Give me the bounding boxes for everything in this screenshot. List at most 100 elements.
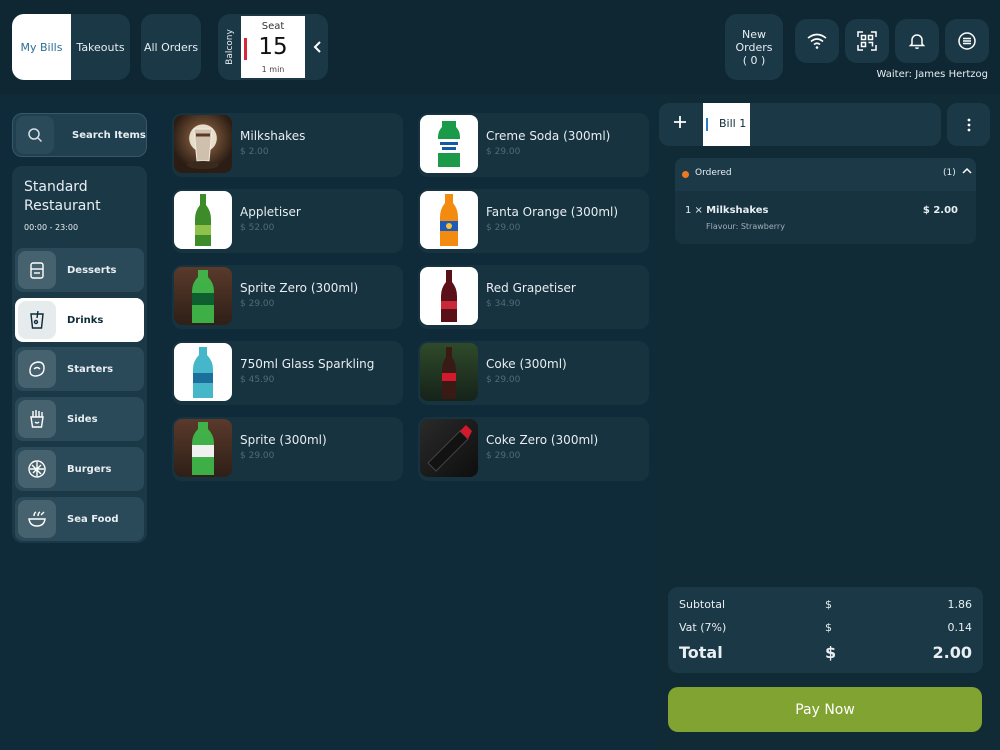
bill-type-toggle: My Bills Takeouts bbox=[12, 14, 130, 80]
more-vertical-icon bbox=[967, 118, 970, 131]
item-price: $ 34.90 bbox=[486, 299, 521, 309]
wifi-icon bbox=[807, 33, 827, 49]
vat-label: Vat (7%) bbox=[679, 621, 727, 634]
menu-item-milkshakes[interactable]: Milkshakes $ 2.00 bbox=[172, 113, 403, 177]
notifications-button[interactable] bbox=[895, 19, 939, 63]
item-name: Red Grapetiser bbox=[486, 281, 576, 295]
menu-item-appletiser[interactable]: Appletiser $ 52.00 bbox=[172, 189, 403, 253]
burger-icon bbox=[18, 450, 56, 488]
item-name: Sprite (300ml) bbox=[240, 433, 327, 447]
seat-selector[interactable]: Balcony Seat 15 1 min bbox=[218, 14, 328, 80]
category-label: Desserts bbox=[67, 264, 117, 276]
item-name: Milkshakes bbox=[240, 129, 306, 143]
menu-item-coke-zero[interactable]: Coke Zero (300ml) $ 29.00 bbox=[418, 417, 649, 481]
item-price: $ 29.00 bbox=[486, 223, 521, 233]
plus-icon bbox=[674, 116, 686, 128]
totals-box: Subtotal $ 1.86 Vat (7%) $ 0.14 Total $ … bbox=[668, 587, 983, 673]
menu-item-red-grapetiser[interactable]: Red Grapetiser $ 34.90 bbox=[418, 265, 649, 329]
category-panel: Standard Restaurant 00:00 - 23:00 Desser… bbox=[12, 166, 147, 543]
vat-row: Vat (7%) $ 0.14 bbox=[679, 621, 972, 634]
item-name: Creme Soda (300ml) bbox=[486, 129, 611, 143]
order-line[interactable]: 1 × Milkshakes bbox=[685, 205, 769, 216]
starter-icon bbox=[18, 350, 56, 388]
order-line-name: Milkshakes bbox=[706, 205, 769, 216]
pay-now-button[interactable]: Pay Now bbox=[668, 687, 982, 732]
total-label: Total bbox=[679, 643, 723, 662]
tab-my-bills[interactable]: My Bills bbox=[12, 14, 71, 80]
new-orders-line1: New bbox=[742, 27, 766, 41]
item-name: 750ml Glass Sparkling bbox=[240, 357, 375, 371]
menu-item-coke[interactable]: Coke (300ml) $ 29.00 bbox=[418, 341, 649, 405]
seat-card[interactable]: Seat 15 1 min bbox=[241, 16, 305, 78]
bell-icon bbox=[908, 34, 926, 50]
chevron-up-icon[interactable] bbox=[962, 167, 972, 178]
menu-item-sprite[interactable]: Sprite (300ml) $ 29.00 bbox=[172, 417, 403, 481]
bill-tab-label: Bill 1 bbox=[719, 117, 747, 130]
tab-bill-1[interactable]: Bill 1 bbox=[703, 103, 750, 146]
menu-item-sprite-zero[interactable]: Sprite Zero (300ml) $ 29.00 bbox=[172, 265, 403, 329]
subtotal-row: Subtotal $ 1.86 bbox=[679, 598, 972, 611]
order-line-option: Flavour: Strawberry bbox=[706, 222, 785, 231]
category-label: Starters bbox=[67, 363, 114, 375]
category-drinks[interactable]: Drinks bbox=[15, 298, 144, 342]
new-orders-button[interactable]: New Orders ( 0 ) bbox=[725, 14, 783, 80]
category-label: Drinks bbox=[67, 314, 104, 326]
total-row: Total $ 2.00 bbox=[679, 643, 972, 662]
fries-icon bbox=[18, 400, 56, 438]
item-image bbox=[420, 343, 478, 401]
ordered-header[interactable]: Ordered (1) bbox=[675, 158, 976, 191]
wifi-button[interactable] bbox=[795, 19, 839, 63]
item-image bbox=[174, 419, 232, 477]
item-price: $ 29.00 bbox=[240, 451, 275, 461]
seat-label: Seat bbox=[261, 21, 285, 32]
category-label: Sea Food bbox=[67, 513, 119, 525]
add-bill-button[interactable] bbox=[669, 113, 691, 135]
category-sea-food[interactable]: Sea Food bbox=[15, 497, 144, 541]
menu-item-glass-sparkling[interactable]: 750ml Glass Sparkling $ 45.90 bbox=[172, 341, 403, 405]
top-bar: My Bills Takeouts All Orders Balcony Sea… bbox=[0, 0, 1000, 94]
new-orders-count: ( 0 ) bbox=[742, 53, 766, 67]
item-image bbox=[174, 343, 232, 401]
bill-tab-indicator bbox=[706, 118, 708, 131]
ordered-label: Ordered bbox=[695, 168, 732, 178]
search-items-label: Search Items bbox=[72, 129, 146, 141]
vat-value: 0.14 bbox=[947, 621, 973, 634]
category-label: Sides bbox=[67, 413, 98, 425]
total-value: 2.00 bbox=[932, 643, 972, 662]
restaurant-name: Standard Restaurant bbox=[24, 179, 101, 214]
all-orders-button[interactable]: All Orders bbox=[141, 14, 201, 80]
item-price: $ 29.00 bbox=[486, 375, 521, 385]
order-line-qty: 1 × bbox=[685, 205, 703, 216]
item-image bbox=[420, 419, 478, 477]
item-image bbox=[174, 191, 232, 249]
category-desserts[interactable]: Desserts bbox=[15, 248, 144, 292]
chevron-left-icon[interactable] bbox=[307, 14, 328, 80]
menu-item-fanta-orange[interactable]: Fanta Orange (300ml) $ 29.00 bbox=[418, 189, 649, 253]
bill-tabs: Bill 1 bbox=[659, 103, 941, 146]
subtotal-currency: $ bbox=[825, 598, 832, 611]
tab-takeouts[interactable]: Takeouts bbox=[71, 14, 130, 80]
bill-options-button[interactable] bbox=[947, 103, 990, 146]
ordered-section: Ordered (1) 1 × Milkshakes $ 2.00 Flavou… bbox=[675, 158, 976, 244]
item-price: $ 29.00 bbox=[486, 147, 521, 157]
menu-button[interactable] bbox=[945, 19, 989, 63]
category-sides[interactable]: Sides bbox=[15, 397, 144, 441]
category-burgers[interactable]: Burgers bbox=[15, 447, 144, 491]
qr-scan-button[interactable] bbox=[845, 19, 889, 63]
seat-area-label: Balcony bbox=[224, 29, 235, 65]
seafood-icon bbox=[18, 500, 56, 538]
item-name: Coke (300ml) bbox=[486, 357, 567, 371]
dessert-icon bbox=[18, 251, 56, 289]
seat-number: 15 bbox=[258, 34, 288, 60]
category-starters[interactable]: Starters bbox=[15, 347, 144, 391]
order-line-price: $ 2.00 bbox=[922, 205, 958, 216]
search-items-button[interactable]: Search Items bbox=[12, 113, 147, 157]
waiter-name: Waiter: James Hertzog bbox=[876, 69, 989, 80]
item-name: Fanta Orange (300ml) bbox=[486, 205, 619, 219]
item-price: $ 45.90 bbox=[240, 375, 275, 385]
subtotal-label: Subtotal bbox=[679, 598, 726, 611]
search-icon bbox=[16, 116, 54, 154]
menu-item-creme-soda[interactable]: Creme Soda (300ml) $ 29.00 bbox=[418, 113, 649, 177]
new-orders-line2: Orders bbox=[735, 40, 773, 54]
drink-icon bbox=[18, 301, 56, 339]
